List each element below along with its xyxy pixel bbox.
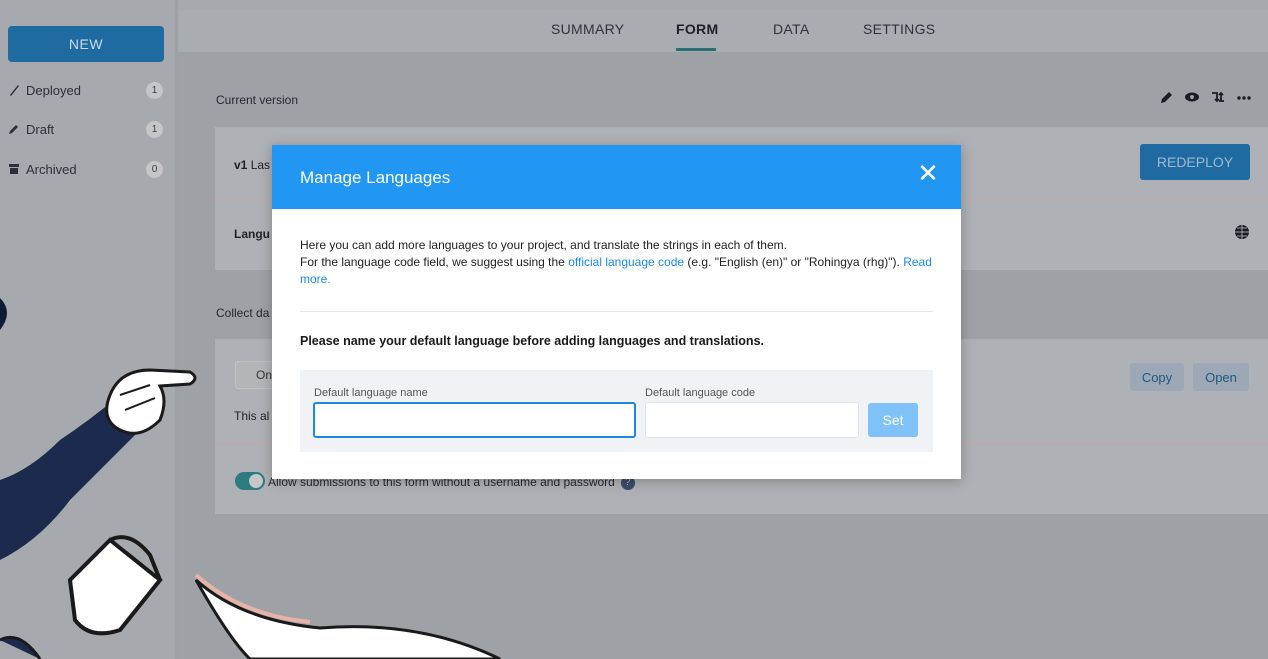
close-icon[interactable]: ✕ bbox=[917, 160, 939, 186]
intro-line-2: For the language code field, we suggest … bbox=[300, 255, 569, 269]
modal-title: Manage Languages bbox=[300, 168, 451, 187]
sidebar-item-draft[interactable]: Draft 1 bbox=[8, 119, 168, 139]
sidebar-item-label: Deployed bbox=[26, 82, 81, 98]
divider bbox=[300, 311, 933, 312]
collect-data-label: Collect da bbox=[216, 306, 270, 320]
count-badge: 1 bbox=[146, 120, 163, 138]
intro-line-1: Here you can add more languages to your … bbox=[300, 238, 787, 252]
replace-icon[interactable] bbox=[1210, 90, 1226, 108]
count-badge: 1 bbox=[146, 81, 163, 99]
copy-button[interactable]: Copy bbox=[1130, 363, 1184, 391]
archive-icon bbox=[8, 163, 20, 175]
sidebar-item-deployed[interactable]: Deployed 1 bbox=[8, 80, 168, 100]
top-strip bbox=[178, 0, 1268, 10]
tab-summary[interactable]: SUMMARY bbox=[551, 21, 624, 37]
eye-icon[interactable] bbox=[1184, 90, 1200, 108]
default-language-code-label: Default language code bbox=[645, 387, 756, 399]
sidebar-item-label: Archived bbox=[26, 161, 77, 177]
pencil-icon bbox=[8, 123, 20, 135]
intro-text: Here you can add more languages to your … bbox=[300, 237, 933, 288]
edit-icon[interactable] bbox=[1160, 90, 1174, 108]
count-badge: 0 bbox=[146, 160, 163, 178]
current-version-label: Current version bbox=[216, 93, 299, 107]
default-language-form: Default language name Default language c… bbox=[300, 370, 933, 452]
version-toolbar bbox=[1160, 90, 1252, 108]
tab-data[interactable]: DATA bbox=[773, 21, 809, 37]
intro-line-2-suffix: (e.g. "English (en)" or "Rohingya (rhg)"… bbox=[684, 255, 904, 269]
version-number: v1 bbox=[234, 158, 248, 172]
more-icon[interactable] bbox=[1236, 90, 1252, 108]
version-text: v1 Las bbox=[234, 158, 270, 172]
tab-form[interactable]: FORM bbox=[676, 21, 718, 37]
anonymous-submissions-toggle[interactable] bbox=[235, 472, 265, 490]
redeploy-button[interactable]: REDEPLOY bbox=[1140, 144, 1250, 180]
collect-description: This al bbox=[234, 409, 270, 423]
default-language-code-input[interactable] bbox=[645, 402, 859, 438]
default-language-name-label: Default language name bbox=[314, 387, 428, 399]
sidebar: NEW Deployed 1 Draft 1 Archived 0 bbox=[0, 0, 178, 659]
new-button[interactable]: NEW bbox=[8, 26, 164, 62]
modal-header: Manage Languages ✕ bbox=[272, 145, 961, 209]
sidebar-item-label: Draft bbox=[26, 121, 55, 137]
top-navigation: SUMMARY FORM DATA SETTINGS bbox=[178, 0, 1268, 52]
modal-body: Here you can add more languages to your … bbox=[300, 237, 933, 288]
version-date: Las bbox=[250, 158, 271, 172]
languages-label: Langu bbox=[234, 227, 270, 241]
set-button[interactable]: Set bbox=[868, 403, 918, 437]
default-language-name-input[interactable] bbox=[313, 402, 636, 438]
manage-languages-modal: Manage Languages ✕ Here you can add more… bbox=[272, 145, 961, 479]
tab-settings[interactable]: SETTINGS bbox=[863, 21, 935, 37]
official-language-code-link[interactable]: official language code bbox=[568, 255, 684, 269]
sidebar-item-archived[interactable]: Archived 0 bbox=[8, 159, 168, 179]
globe-icon[interactable] bbox=[1234, 224, 1250, 245]
default-language-warning: Please name your default language before… bbox=[300, 334, 764, 348]
active-tab-indicator bbox=[676, 48, 716, 51]
rocket-icon bbox=[8, 84, 20, 96]
open-button[interactable]: Open bbox=[1193, 363, 1249, 391]
